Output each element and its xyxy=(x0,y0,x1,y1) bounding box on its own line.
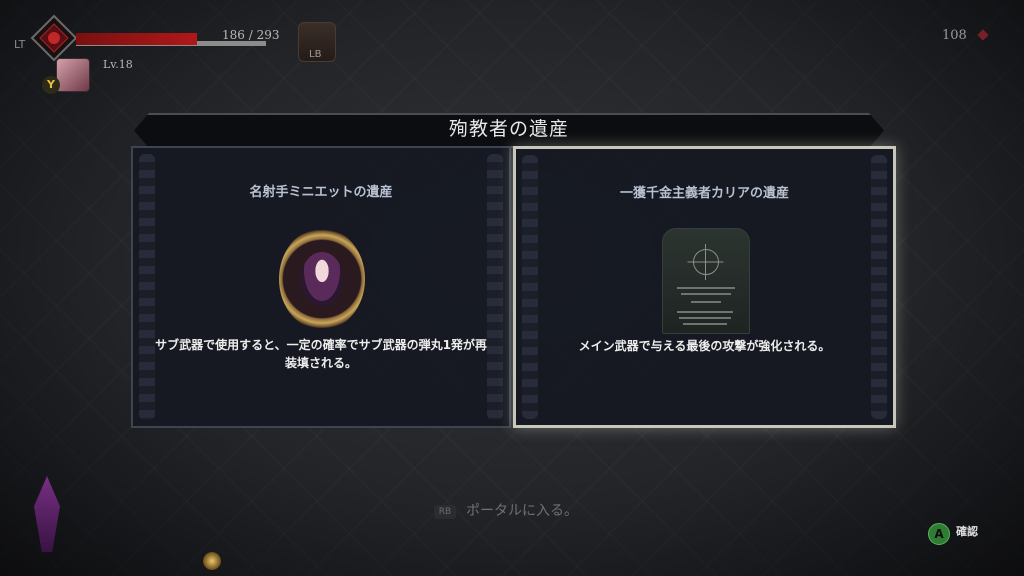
health-text: 186 / 293 xyxy=(222,28,280,42)
gravestone-icon xyxy=(662,228,750,334)
engraving-line xyxy=(691,301,721,303)
level-text: Lv.18 xyxy=(103,58,133,71)
engraving-line xyxy=(677,287,735,289)
card-title: 名射手ミニエットの遺産 xyxy=(249,185,393,200)
legacy-card-minniet[interactable]: 名射手ミニエットの遺産 サブ武器で使用すると、一定の確率でサブ武器の弾丸1発が再… xyxy=(131,146,511,428)
lb-item-slot[interactable]: LB xyxy=(298,22,336,62)
engraving-line xyxy=(681,293,731,295)
y-button[interactable]: Y xyxy=(42,76,60,94)
engraving-line xyxy=(679,317,731,319)
a-button[interactable]: A xyxy=(928,523,950,545)
portal-hint: ポータルに入る。 xyxy=(466,503,578,519)
lb-button-label: LB xyxy=(309,49,322,60)
crosshair-symbol xyxy=(693,244,719,280)
character-portrait xyxy=(56,58,90,92)
card-description: サブ武器で使用すると、一定の確率でサブ武器の弾丸1発が再装填される。 xyxy=(155,338,487,370)
lt-button-label: LT xyxy=(14,38,26,51)
dialog-title: 殉教者の遺産 xyxy=(448,118,569,140)
rb-button[interactable]: RB xyxy=(434,505,456,519)
card-description: メイン武器で与える最後の攻撃が強化される。 xyxy=(578,339,831,353)
engraving-line xyxy=(677,311,733,313)
card-title: 一獲千金主義者カリアの遺産 xyxy=(619,186,789,201)
legacy-card-karia[interactable]: 一獲千金主義者カリアの遺産 メイン武器で与える最後の攻撃が強化される。 xyxy=(513,146,896,428)
character-emblem-icon xyxy=(30,14,78,62)
confirm-label: 確認 xyxy=(956,525,978,538)
portrait-frame-icon xyxy=(279,228,365,330)
nun-portrait xyxy=(301,252,343,306)
lantern-light xyxy=(203,552,221,570)
currency-count: 108 xyxy=(942,28,967,43)
engraving-line xyxy=(683,323,727,325)
health-bar-fill xyxy=(76,33,197,45)
